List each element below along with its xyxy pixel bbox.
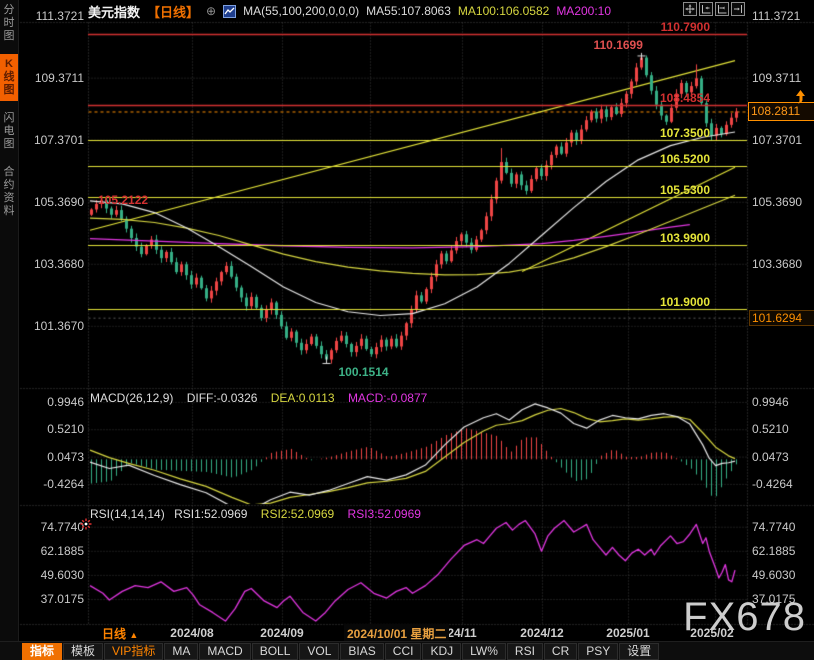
toolbar-button-KDJ[interactable]: KDJ <box>422 643 461 660</box>
time-axis: 日线 ▲ 2024/10/01 星期二 <box>0 624 814 641</box>
rsi1-value: RSI1:52.0969 <box>174 507 247 521</box>
toolbar-button-LW%[interactable]: LW% <box>462 643 506 660</box>
ma100-value: MA100:106.0582 <box>458 4 549 18</box>
period-selector[interactable]: 日线 ▲ <box>102 625 138 642</box>
ma55-value: MA55:107.8063 <box>366 4 451 18</box>
sidebar-item-time-chart[interactable]: 分时图 <box>0 0 18 47</box>
toolbar-button-VOL[interactable]: VOL <box>299 643 339 660</box>
scroll-left-icon[interactable] <box>699 2 713 16</box>
scroll-right-icon[interactable] <box>715 2 729 16</box>
rsi3-value: RSI3:52.0969 <box>348 507 421 521</box>
toolbar-button-设置[interactable]: 设置 <box>619 643 659 660</box>
chevron-up-icon: ▲ <box>129 630 138 640</box>
toolbar-button-CCI[interactable]: CCI <box>385 643 422 660</box>
ma-settings-label: MA(55,100,200,0,0,0) <box>243 4 359 18</box>
sidebar-item-contract-info[interactable]: 合约资料 <box>0 162 18 222</box>
chart-canvas[interactable] <box>0 0 814 660</box>
toolbar-button-BIAS[interactable]: BIAS <box>340 643 383 660</box>
chart-header: 美元指数 【日线】 ⊕ MA(55,100,200,0,0,0) MA55:10… <box>88 2 611 20</box>
macd-hist-value: MACD:-0.0877 <box>348 391 427 405</box>
rsi-title: RSI(14,14,14) <box>90 507 165 521</box>
indicator-toolbar: 指标模板VIP指标MAMACDBOLLVOLBIASCCIKDJLW%RSICR… <box>0 641 814 660</box>
sidebar-item-lightning-chart[interactable]: 闪电图 <box>0 108 18 155</box>
toolbar-button-VIP指标[interactable]: VIP指标 <box>104 643 163 660</box>
pan-icon[interactable] <box>683 2 697 16</box>
price-alert-arrow-icon[interactable] <box>793 90 808 109</box>
indicator-marker-icon[interactable] <box>80 517 92 535</box>
chart-nav-controls <box>683 2 745 16</box>
toolbar-button-BOLL[interactable]: BOLL <box>252 643 299 660</box>
toolbar-button-MACD[interactable]: MACD <box>199 643 250 660</box>
macd-diff-value: DIFF:-0.0326 <box>187 391 258 405</box>
chart-app-window: 分时图 K线图 闪电图 合约资料 美元指数 【日线】 ⊕ MA(55,100,2… <box>0 0 814 660</box>
toolbar-button-RSI[interactable]: RSI <box>507 643 543 660</box>
rsi-pane-header: RSI(14,14,14) RSI1:52.0969 RSI2:52.0969 … <box>90 507 421 521</box>
session-low-box: 101.6294 <box>749 310 814 326</box>
rsi2-value: RSI2:52.0969 <box>261 507 334 521</box>
macd-pane-header: MACD(26,12,9) DIFF:-0.0326 DEA:0.0113 MA… <box>90 391 427 405</box>
chart-style-icon[interactable] <box>223 5 236 18</box>
add-indicator-icon[interactable]: ⊕ <box>206 4 216 18</box>
macd-dea-value: DEA:0.0113 <box>271 391 335 405</box>
toolbar-button-PSY[interactable]: PSY <box>578 643 618 660</box>
toolbar-button-MA[interactable]: MA <box>164 643 198 660</box>
toolbar-button-模板[interactable]: 模板 <box>63 643 103 660</box>
toolbar-button-CR[interactable]: CR <box>544 643 577 660</box>
instrument-title: 美元指数 <box>88 2 140 21</box>
go-latest-icon[interactable] <box>731 2 745 16</box>
sidebar-item-kline-chart[interactable]: K线图 <box>0 54 18 101</box>
toolbar-button-指标[interactable]: 指标 <box>22 643 62 660</box>
chart-type-sidebar: 分时图 K线图 闪电图 合约资料 <box>0 0 19 660</box>
ma200-value: MA200:10 <box>556 4 611 18</box>
macd-title: MACD(26,12,9) <box>90 391 173 405</box>
period-tag: 【日线】 <box>147 2 199 21</box>
